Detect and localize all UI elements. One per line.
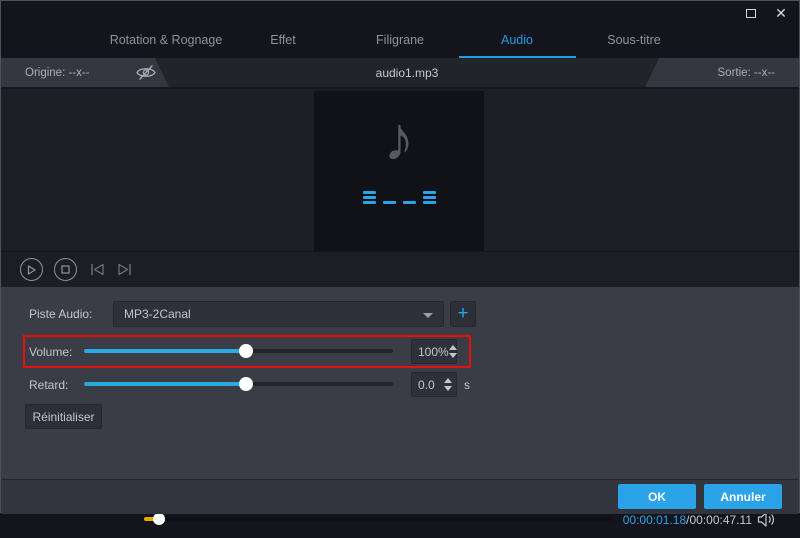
cancel-button[interactable]: Annuler xyxy=(704,484,782,509)
spin-down-icon[interactable] xyxy=(448,353,457,358)
volume-slider-fill xyxy=(84,349,246,353)
add-audio-track-button[interactable]: + xyxy=(450,301,476,327)
tab-bar: Rotation & Rognage Effet Filigrane Audio… xyxy=(1,24,799,58)
volume-value-box[interactable]: 100% xyxy=(411,339,457,364)
audio-track-dropdown[interactable]: MP3-2Canal xyxy=(113,301,444,327)
delay-spinner[interactable] xyxy=(444,378,452,391)
skip-forward-icon xyxy=(118,263,131,276)
volume-spinner[interactable] xyxy=(448,345,457,358)
volume-slider-thumb[interactable] xyxy=(239,344,253,358)
spin-down-icon[interactable] xyxy=(444,386,452,391)
stop-button[interactable] xyxy=(54,258,77,281)
footer-bar: OK Annuler xyxy=(1,479,799,514)
spin-up-icon[interactable] xyxy=(448,345,457,350)
stop-icon xyxy=(61,265,70,274)
reset-button[interactable]: Réinitialiser xyxy=(25,404,102,429)
tab-audio[interactable]: Audio xyxy=(458,24,576,58)
delay-value: 0.0 xyxy=(418,377,435,392)
seek-thumb[interactable] xyxy=(153,513,165,525)
ok-button[interactable]: OK xyxy=(618,484,696,509)
volume-slider[interactable] xyxy=(84,344,393,358)
preview-area: ♪ xyxy=(1,87,799,251)
total-time: 00:00:47.11 xyxy=(689,513,752,527)
music-note-icon: ♪ xyxy=(383,105,415,174)
volume-label: Volume: xyxy=(29,345,73,359)
skip-back-icon xyxy=(91,263,104,276)
audio-edit-dialog: ✕ Rotation & Rognage Effet Filigrane Aud… xyxy=(0,0,800,527)
audio-preview-box: ♪ xyxy=(314,91,484,251)
current-file-tab[interactable]: audio1.mp3 xyxy=(155,58,659,87)
spin-up-icon[interactable] xyxy=(444,378,452,383)
previous-button[interactable] xyxy=(89,262,106,277)
seek-bar[interactable] xyxy=(144,513,613,525)
file-bar: Origine: --x-- audio1.mp3 Sortie: --x-- xyxy=(1,58,799,87)
origin-label: Origine: --x-- xyxy=(25,66,90,79)
play-icon xyxy=(27,264,36,275)
next-button[interactable] xyxy=(116,262,133,277)
settings-panel: Piste Audio: MP3-2Canal + Volume: 100% R… xyxy=(1,287,799,479)
preview-toggle-button[interactable] xyxy=(134,62,158,83)
delay-label: Retard: xyxy=(29,378,69,392)
tab-effet[interactable]: Effet xyxy=(225,24,342,58)
maximize-icon xyxy=(746,8,756,18)
tab-rotation-rognage[interactable]: Rotation & Rognage xyxy=(108,24,225,58)
volume-value: 100% xyxy=(418,344,449,359)
delay-slider-fill xyxy=(84,382,246,386)
close-button[interactable]: ✕ xyxy=(773,6,789,20)
player-bar: 00:00:01.18/00:00:47.11 xyxy=(1,251,799,527)
output-label: Sortie: --x-- xyxy=(717,66,776,79)
eye-slash-icon xyxy=(136,65,156,80)
delay-value-box[interactable]: 0.0 xyxy=(411,372,457,397)
filename-label: audio1.mp3 xyxy=(375,65,439,80)
tab-filigrane[interactable]: Filigrane xyxy=(342,24,459,58)
delay-slider[interactable] xyxy=(84,377,393,391)
window-controls: ✕ xyxy=(743,6,789,20)
play-button[interactable] xyxy=(20,258,43,281)
tab-sous-titre[interactable]: Sous-titre xyxy=(576,24,693,58)
header: ✕ Rotation & Rognage Effet Filigrane Aud… xyxy=(1,1,799,58)
audio-track-value: MP3-2Canal xyxy=(124,307,191,321)
equalizer-icon xyxy=(362,191,436,204)
audio-track-label: Piste Audio: xyxy=(29,307,93,321)
maximize-button[interactable] xyxy=(743,6,759,20)
delay-slider-thumb[interactable] xyxy=(239,377,253,391)
chevron-down-icon xyxy=(423,313,433,318)
delay-unit-label: s xyxy=(464,378,470,392)
current-time: 00:00:01.18 xyxy=(622,513,687,527)
close-icon: ✕ xyxy=(775,5,787,21)
